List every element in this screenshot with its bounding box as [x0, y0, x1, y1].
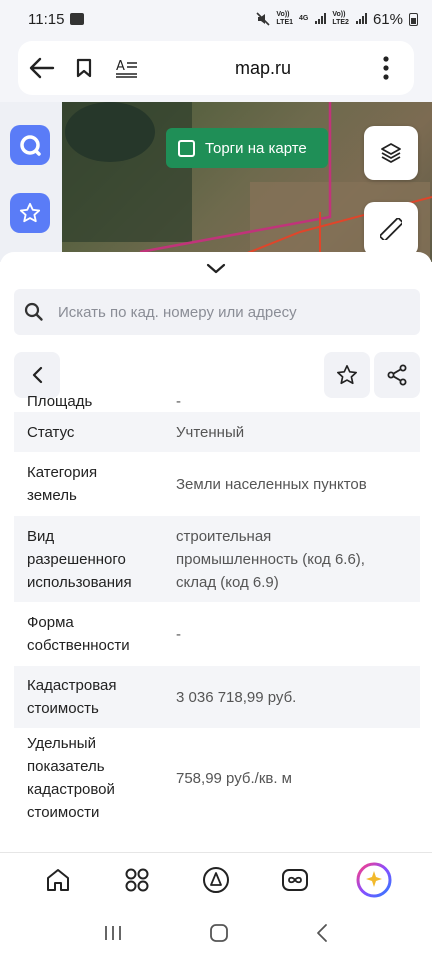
- favorites-button[interactable]: [10, 193, 50, 233]
- property-value: 3 036 718,99 руб.: [176, 688, 297, 706]
- recent-apps-icon[interactable]: [103, 924, 123, 942]
- profile-button[interactable]: [352, 858, 396, 902]
- signal-icon: [315, 13, 327, 24]
- network-type: 4G: [299, 15, 309, 22]
- mute-icon: [256, 12, 270, 26]
- star-outline-icon: [337, 365, 357, 385]
- browser-toolbar: A map.ru: [0, 38, 432, 102]
- property-key: Вид разрешенного использования: [27, 527, 132, 591]
- property-row: Удельный показатель кадастровой стоимости 75…: [14, 728, 420, 828]
- star-icon: [19, 202, 41, 223]
- grid-icon: [125, 868, 149, 891]
- property-value: строительная промышленность (код 6.6), скл…: [176, 527, 365, 591]
- property-value: Земли населенных пунктов: [176, 475, 367, 493]
- system-nav-bar: [0, 906, 432, 960]
- auctions-label: Торги на карте: [205, 139, 307, 157]
- sim2-label: Vo)) LTE2: [332, 11, 349, 26]
- gallery-notification-icon: [70, 13, 85, 25]
- system-back-icon[interactable]: [315, 923, 329, 943]
- property-value: 758,99 руб./кв. м: [176, 769, 292, 787]
- tabs-button[interactable]: [273, 858, 317, 902]
- layers-icon: [381, 143, 401, 163]
- alice-icon: [20, 135, 41, 156]
- ruler-button[interactable]: [364, 202, 418, 256]
- property-value: Учтенный: [176, 423, 245, 441]
- svg-text:A: A: [116, 59, 125, 74]
- property-key: Удельный показатель кадастровой стоимости: [27, 735, 115, 821]
- property-row: Площадь -: [14, 390, 420, 412]
- property-row: Категория земель Земли населенных пунктов: [14, 452, 420, 516]
- ruler-icon: [380, 218, 402, 240]
- sparkle-avatar-icon: [356, 862, 392, 897]
- alice-nav-button[interactable]: [194, 858, 238, 902]
- collapse-chevron-icon[interactable]: [204, 258, 228, 278]
- auctions-checkbox[interactable]: [178, 139, 195, 157]
- home-icon: [46, 868, 69, 891]
- status-time: 11:15: [28, 10, 65, 28]
- property-key: Форма собственности: [27, 614, 130, 654]
- chevron-left-icon: [32, 366, 43, 384]
- property-key: Кадастровая стоимость: [27, 677, 117, 717]
- property-row: Вид разрешенного использования строительная…: [14, 516, 420, 602]
- property-row: Форма собственности -: [14, 602, 420, 666]
- battery-percent: 61%: [372, 10, 403, 28]
- back-arrow-icon[interactable]: [18, 41, 66, 95]
- status-bar: 11:15 Vo)) LTE1 4G Vo)) LTE2 61%: [0, 0, 432, 38]
- property-key: Площадь: [27, 393, 93, 410]
- system-home-icon[interactable]: [209, 923, 229, 943]
- property-key: Категория земель: [27, 464, 98, 504]
- property-value: -: [176, 393, 181, 410]
- more-vert-icon[interactable]: [362, 41, 410, 95]
- search-placeholder: Искать по кад. номеру или адресу: [58, 303, 297, 321]
- alice-icon: [202, 866, 229, 893]
- search-field[interactable]: Искать по кад. номеру или адресу: [14, 289, 420, 335]
- tabs-icon: [282, 868, 309, 891]
- property-key: Статус: [27, 423, 75, 441]
- map-view[interactable]: Торги на карте: [0, 102, 432, 262]
- info-sheet: Искать по кад. номеру или адресу Площадь…: [0, 252, 432, 852]
- properties-table: Площадь - Статус Учтенный Категория земель Зем…: [14, 393, 420, 828]
- auctions-on-map-toggle[interactable]: Торги на карте: [166, 128, 328, 168]
- status-icons: Vo)) LTE1 4G Vo)) LTE2 61%: [256, 11, 418, 28]
- property-row: Статус Учтенный: [14, 412, 420, 452]
- services-button[interactable]: [115, 858, 159, 902]
- browser-bottom-nav: [0, 852, 432, 906]
- share-icon: [387, 364, 407, 386]
- battery-icon: [409, 12, 418, 26]
- property-row: Кадастровая стоимость 3 036 718,99 руб.: [14, 666, 420, 728]
- layers-button[interactable]: [364, 126, 418, 180]
- signal-icon: [355, 13, 367, 24]
- address-bar: A map.ru: [18, 41, 414, 95]
- bookmark-icon[interactable]: [66, 41, 102, 95]
- alice-button[interactable]: [10, 125, 50, 165]
- property-value: -: [176, 625, 181, 643]
- reader-mode-icon[interactable]: A: [102, 41, 152, 95]
- sim1-label: Vo)) LTE1: [276, 11, 294, 26]
- search-icon: [24, 302, 43, 321]
- home-button[interactable]: [36, 858, 80, 902]
